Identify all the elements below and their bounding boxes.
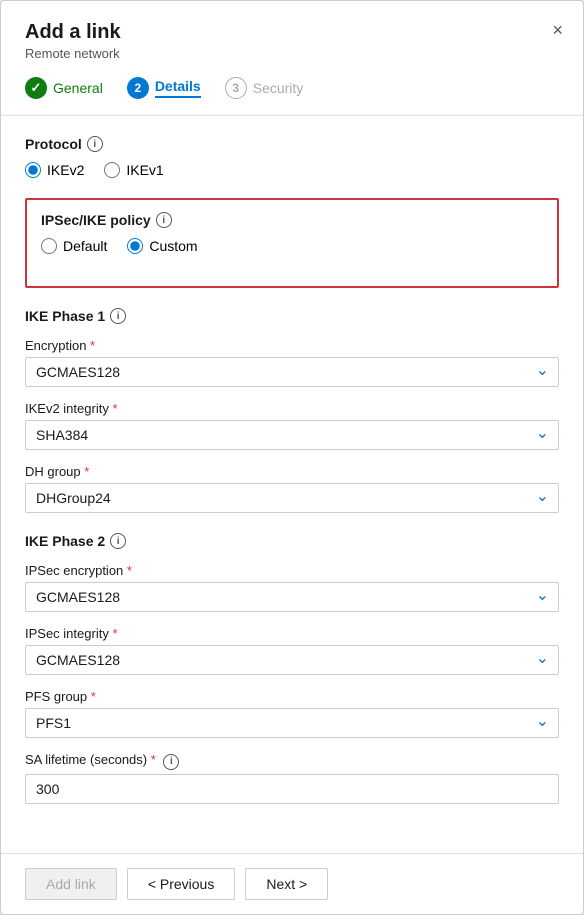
ike-phase1-section: IKE Phase 1 i Encryption * GCMAES128 GCM…	[25, 308, 559, 513]
sa-lifetime-info-icon[interactable]: i	[163, 754, 179, 770]
close-button[interactable]: ×	[548, 17, 567, 43]
dh-group-select[interactable]: DHGroup24 DHGroup14 DHGroup2048 ECP256	[25, 483, 559, 513]
ipsec-encryption-field-group: IPSec encryption * GCMAES128 GCMAES256 A…	[25, 563, 559, 612]
dialog-footer: Add link < Previous Next >	[1, 853, 583, 914]
sa-lifetime-field-group: SA lifetime (seconds) * i	[25, 752, 559, 804]
ike-phase2-title: IKE Phase 2 i	[25, 533, 559, 549]
ike-phase1-info-icon[interactable]: i	[110, 308, 126, 324]
encryption-field-group: Encryption * GCMAES128 GCMAES256 AES256 …	[25, 338, 559, 387]
ipsec-policy-custom-label: Custom	[149, 238, 197, 254]
dialog-content: Protocol i IKEv2 IKEv1 IPSec/IKE policy …	[1, 116, 583, 853]
ipsec-policy-custom-radio[interactable]	[127, 238, 143, 254]
step-details-label: Details	[155, 78, 201, 98]
protocol-ikev2-label: IKEv2	[47, 162, 84, 178]
protocol-ikev2-radio[interactable]	[25, 162, 41, 178]
ipsec-policy-custom-option[interactable]: Custom	[127, 238, 197, 254]
add-link-button[interactable]: Add link	[25, 868, 117, 900]
ipsec-policy-radio-group: Default Custom	[41, 238, 543, 254]
encryption-label: Encryption *	[25, 338, 559, 353]
pfs-group-label: PFS group *	[25, 689, 559, 704]
ipsec-encryption-select[interactable]: GCMAES128 GCMAES256 AES256 AES128	[25, 582, 559, 612]
ikev2-integrity-select-wrapper: SHA384 SHA256 SHA1 MD5	[25, 420, 559, 450]
stepper: ✓ General 2 Details 3 Security	[1, 77, 583, 116]
ipsec-policy-box: IPSec/IKE policy i Default Custom	[25, 198, 559, 288]
step-details-circle: 2	[127, 77, 149, 99]
step-general[interactable]: ✓ General	[25, 77, 103, 99]
pfs-group-select-wrapper: PFS1 PFS2 PFS14 PFS24	[25, 708, 559, 738]
step-security[interactable]: 3 Security	[225, 77, 304, 99]
encryption-select-wrapper: GCMAES128 GCMAES256 AES256 AES128	[25, 357, 559, 387]
step-general-circle: ✓	[25, 77, 47, 99]
ipsec-encryption-label: IPSec encryption *	[25, 563, 559, 578]
pfs-group-field-group: PFS group * PFS1 PFS2 PFS14 PFS24	[25, 689, 559, 738]
next-button[interactable]: Next >	[245, 868, 328, 900]
dh-group-select-wrapper: DHGroup24 DHGroup14 DHGroup2048 ECP256	[25, 483, 559, 513]
ipsec-integrity-select-wrapper: GCMAES128 GCMAES256 SHA256 SHA1	[25, 645, 559, 675]
ipsec-policy-default-option[interactable]: Default	[41, 238, 107, 254]
ike-phase2-section: IKE Phase 2 i IPSec encryption * GCMAES1…	[25, 533, 559, 804]
dh-group-field-group: DH group * DHGroup24 DHGroup14 DHGroup20…	[25, 464, 559, 513]
ipsec-policy-default-radio[interactable]	[41, 238, 57, 254]
pfs-group-select[interactable]: PFS1 PFS2 PFS14 PFS24	[25, 708, 559, 738]
dialog-title: Add a link	[25, 21, 559, 44]
protocol-ikev1-label: IKEv1	[126, 162, 163, 178]
ipsec-policy-title: IPSec/IKE policy i	[41, 212, 543, 228]
ipsec-integrity-label: IPSec integrity *	[25, 626, 559, 641]
step-details[interactable]: 2 Details	[127, 77, 201, 99]
ikev2-integrity-select[interactable]: SHA384 SHA256 SHA1 MD5	[25, 420, 559, 450]
protocol-ikev1-radio[interactable]	[104, 162, 120, 178]
dialog-header: Add a link Remote network ×	[1, 1, 583, 77]
protocol-section: Protocol i	[25, 136, 559, 152]
ipsec-integrity-field-group: IPSec integrity * GCMAES128 GCMAES256 SH…	[25, 626, 559, 675]
encryption-select[interactable]: GCMAES128 GCMAES256 AES256 AES128	[25, 357, 559, 387]
ipsec-integrity-select[interactable]: GCMAES128 GCMAES256 SHA256 SHA1	[25, 645, 559, 675]
dh-group-label: DH group *	[25, 464, 559, 479]
dialog-subtitle: Remote network	[25, 46, 559, 61]
ipsec-encryption-select-wrapper: GCMAES128 GCMAES256 AES256 AES128	[25, 582, 559, 612]
protocol-ikev2-option[interactable]: IKEv2	[25, 162, 84, 178]
step-general-label: General	[53, 80, 103, 96]
ikev2-integrity-label: IKEv2 integrity *	[25, 401, 559, 416]
protocol-label: Protocol	[25, 136, 82, 152]
protocol-ikev1-option[interactable]: IKEv1	[104, 162, 163, 178]
add-link-dialog: Add a link Remote network × ✓ General 2 …	[0, 0, 584, 915]
protocol-radio-group: IKEv2 IKEv1	[25, 162, 559, 178]
ike-phase1-title: IKE Phase 1 i	[25, 308, 559, 324]
step-security-circle: 3	[225, 77, 247, 99]
sa-lifetime-label: SA lifetime (seconds) * i	[25, 752, 559, 770]
previous-button[interactable]: < Previous	[127, 868, 236, 900]
ipsec-policy-info-icon[interactable]: i	[156, 212, 172, 228]
ipsec-policy-default-label: Default	[63, 238, 107, 254]
step-security-label: Security	[253, 80, 304, 96]
sa-lifetime-input[interactable]	[25, 774, 559, 804]
protocol-info-icon[interactable]: i	[87, 136, 103, 152]
ike-phase2-info-icon[interactable]: i	[110, 533, 126, 549]
ikev2-integrity-field-group: IKEv2 integrity * SHA384 SHA256 SHA1 MD5	[25, 401, 559, 450]
